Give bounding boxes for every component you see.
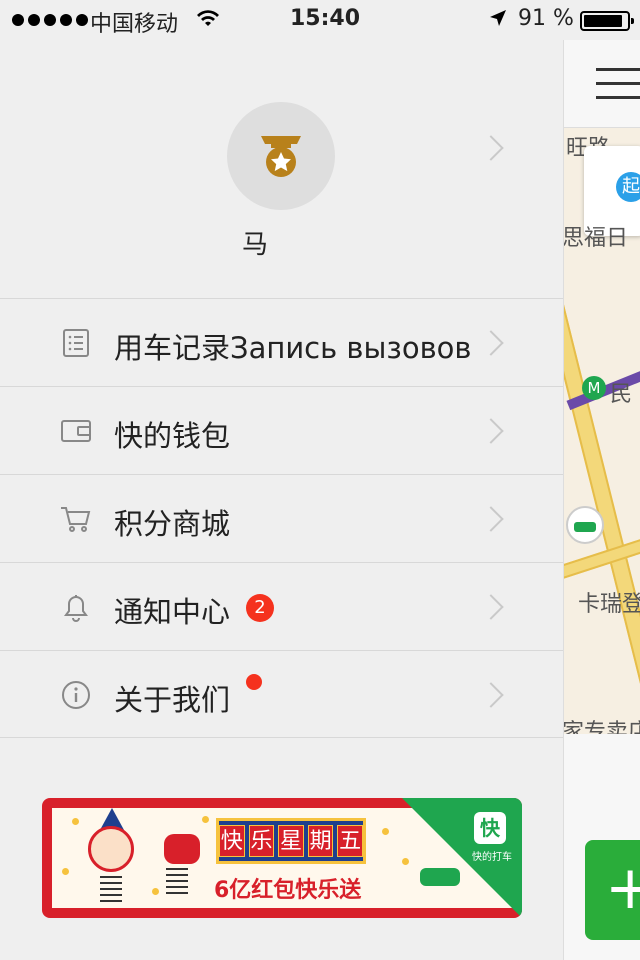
map-view[interactable]: 旺路 起 思福日 M 民 卡瑞登 家专卖店 [564,128,640,734]
confetti-dot [202,816,209,823]
avatar[interactable] [227,102,335,210]
map-top-bar [564,40,640,128]
start-pin-icon[interactable]: 起 [616,172,640,202]
chevron-right-icon [478,330,504,356]
signal-strength-icon [12,14,88,26]
banner-title: 快 乐 星 期 五 [216,818,366,864]
clock: 15:40 [290,6,361,31]
boxing-glove-icon [164,834,200,864]
chevron-right-icon [478,682,504,708]
profile-header[interactable]: 马 [0,40,563,298]
drawer-menu: 用车记录Запись вызовов 快的钱包 积分商城 通知中心 2 关于我们 [0,298,563,738]
menu-item-label: 关于我们 [114,683,231,717]
chevron-right-icon [478,135,504,161]
confetti-dot [402,858,409,865]
confetti-dot [62,868,69,875]
promo-banner[interactable]: 快 乐 星 期 五 6亿红包快乐送 快 快的打车 [42,798,522,918]
wallet-icon [61,420,91,442]
add-button[interactable]: + [585,840,640,940]
chevron-right-icon [478,506,504,532]
metro-icon: M [582,376,606,400]
location-arrow-icon [488,8,508,34]
cart-icon [61,507,91,532]
confetti-dot [152,888,159,895]
battery-icon [580,11,634,31]
menu-item-points-mall[interactable]: 积分商城 [0,474,563,690]
spring-icon [166,864,188,894]
notification-count-badge: 2 [246,594,274,622]
side-drawer: 马 用车记录Запись вызовов 快的钱包 积分商城 通知中心 2 关于… [0,0,563,960]
chevron-right-icon [478,594,504,620]
list-icon [63,329,89,357]
banner-title-char: 快 [219,825,245,857]
menu-item-notifications[interactable]: 通知中心 2 [0,562,563,650]
menu-item-about-us[interactable]: 关于我们 [0,650,563,738]
carrier-name: 中国移动 [90,12,179,37]
kuaidi-logo-icon: 快 [474,812,506,844]
map-label: 思福日 [564,226,629,251]
menu-item-label: 通知中心 [114,595,231,629]
status-bar: 中国移动 15:40 91 % [0,0,640,40]
chevron-right-icon [478,418,504,444]
menu-item-label: 快的钱包 [114,419,231,453]
menu-item-label: 用车记录Запись вызовов [114,331,472,365]
banner-title-char: 五 [337,825,363,857]
confetti-dot [72,818,79,825]
map-label: 民 [610,382,633,407]
taxi-marker-icon[interactable] [566,506,604,544]
user-name: 马 [241,230,268,260]
map-label: 家专卖店 [564,720,640,734]
banner-subtitle: 6亿红包快乐送 [214,878,362,903]
taxi-car-icon [420,868,460,886]
bell-icon [64,595,88,622]
info-icon [62,681,90,709]
map-label: 卡瑞登 [578,592,640,617]
banner-title-char: 期 [307,825,334,857]
map-panel[interactable]: 旺路 起 思福日 M 民 卡瑞登 家专卖店 + [563,0,640,960]
spring-icon [100,872,122,902]
medal-star-icon [261,136,301,177]
banner-title-char: 乐 [248,825,275,857]
clown-icon [88,826,134,872]
battery-percent: 91 % [518,6,574,31]
menu-item-wallet[interactable]: 快的钱包 [0,386,563,474]
menu-item-ride-history[interactable]: 用车记录Запись вызовов [0,298,563,386]
wifi-icon [196,8,220,34]
logo-text: 快的打车 [472,852,512,863]
confetti-dot [382,828,389,835]
hamburger-menu-icon[interactable] [596,68,640,110]
menu-item-label: 积分商城 [114,507,231,541]
banner-title-char: 星 [278,825,304,857]
